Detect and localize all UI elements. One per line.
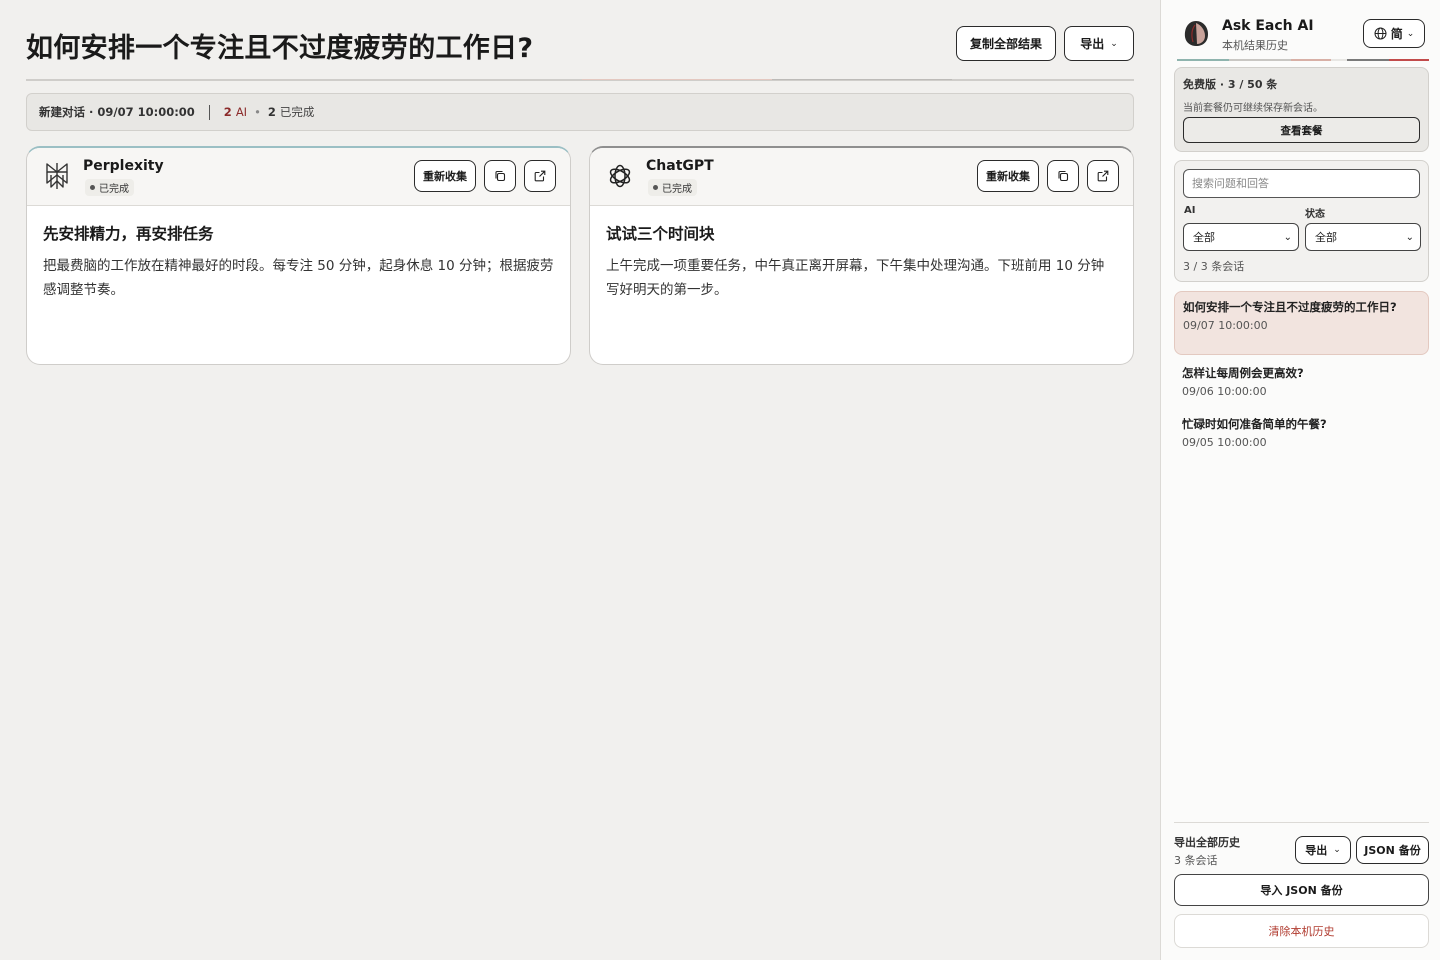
export-label: 导出 [1080, 37, 1105, 51]
copy-all-button[interactable]: 复制全部结果 [956, 26, 1056, 61]
history-time: 09/06 10:00:00 [1182, 385, 1267, 398]
chevron-down-icon: ⌄ [1110, 38, 1118, 49]
ai-filter-value: 全部 [1193, 231, 1215, 244]
ai-filter-select[interactable]: 全部 ⌄ [1183, 223, 1299, 251]
filter-panel: AI 状态 全部 ⌄ 全部 ⌄ 3 / 3 条会话 [1174, 160, 1429, 282]
conversation-status-bar: 新建对话 · 09/07 10:00:00 2 AI • 2 已完成 [26, 93, 1134, 131]
card-header: ChatGPT 已完成 重新收集 [590, 148, 1133, 206]
open-external-button[interactable] [524, 160, 556, 192]
copy-icon [1058, 170, 1069, 182]
json-backup-button[interactable]: JSON 备份 [1356, 836, 1429, 864]
header-divider [26, 79, 1134, 81]
answer-title: 先安排精力，再安排任务 [43, 225, 214, 243]
copy-button[interactable] [1047, 160, 1079, 192]
history-time: 09/07 10:00:00 [1183, 319, 1268, 332]
status-dot-icon [90, 185, 95, 190]
external-link-icon [534, 170, 546, 182]
export-all-title: 导出全部历史 [1174, 836, 1240, 849]
recollect-label: 重新收集 [423, 170, 467, 183]
ai-count-label: AI [235, 105, 248, 119]
history-question: 忙碌时如何准备简单的午餐? [1182, 417, 1327, 431]
done-count: 2 [267, 105, 276, 119]
answer-text: 把最费脑的工作放在精神最好的时段。每专注 50 分钟，起身休息 10 分钟；根据… [43, 258, 554, 298]
copy-button[interactable] [484, 160, 516, 192]
answer-card-perplexity: Perplexity 已完成 重新收集 先安排精力，再安排任务 把最费脑的工作放… [26, 146, 571, 365]
recollect-button[interactable]: 重新收集 [977, 160, 1039, 192]
status-filter-select[interactable]: 全部 ⌄ [1305, 223, 1421, 251]
copy-all-label: 复制全部结果 [969, 37, 1042, 51]
chevron-down-icon: ⌄ [1283, 231, 1292, 243]
view-plans-label: 查看套餐 [1280, 124, 1323, 137]
copy-icon [495, 170, 506, 182]
sidebar-export-label: 导出 [1305, 844, 1328, 857]
plan-title: 免费版 · 3 / 50 条 [1183, 78, 1278, 91]
status-text: 已完成 [662, 184, 692, 195]
plan-panel: 免费版 · 3 / 50 条 当前套餐仍可继续保存新会话。 查看套餐 [1174, 67, 1429, 152]
status-text: 已完成 [99, 184, 129, 195]
status-badge: 已完成 [648, 179, 697, 196]
history-sidebar: Ask Each AI 本机结果历史 简 ⌄ 免费版 · 3 / 50 条 当前… [1160, 0, 1440, 960]
card-header: Perplexity 已完成 重新收集 [27, 148, 570, 206]
ai-name: Perplexity [83, 158, 164, 174]
external-link-icon [1097, 170, 1109, 182]
recollect-label: 重新收集 [986, 170, 1030, 183]
done-count-label: 已完成 [279, 105, 315, 119]
import-json-label: 导入 JSON 备份 [1260, 884, 1343, 897]
main-panel: 如何安排一个专注且不过度疲劳的工作日? 复制全部结果 导出 ⌄ 新建对话 · 0… [0, 0, 1160, 960]
chevron-down-icon: ⌄ [1405, 231, 1414, 243]
card-body: 试试三个时间块 上午完成一项重要任务，中午真正离开屏幕，下午集中处理沟通。下班前… [590, 206, 1133, 318]
recollect-button[interactable]: 重新收集 [414, 160, 476, 192]
globe-icon [1374, 27, 1387, 40]
history-question: 如何安排一个专注且不过度疲劳的工作日? [1183, 300, 1397, 314]
chevron-down-icon: ⌄ [1406, 28, 1415, 39]
language-button[interactable]: 简 ⌄ [1363, 19, 1425, 48]
status-divider [208, 104, 210, 120]
history-item[interactable]: 忙碌时如何准备简单的午餐? 09/05 10:00:00 [1174, 409, 1429, 456]
export-all-count: 3 条会话 [1174, 854, 1218, 867]
clear-history-label: 清除本机历史 [1268, 925, 1335, 938]
history-time: 09/05 10:00:00 [1182, 436, 1267, 449]
status-badge: 已完成 [85, 179, 134, 196]
ai-count: 2 [223, 105, 232, 119]
footer-divider [1174, 822, 1429, 823]
export-button[interactable]: 导出 ⌄ [1064, 26, 1134, 61]
status-filter-label: 状态 [1305, 209, 1325, 220]
conversation-info: 新建对话 · 09/07 10:00:00 [39, 105, 195, 119]
chevron-down-icon: ⌄ [1333, 845, 1341, 855]
import-json-button[interactable]: 导入 JSON 备份 [1174, 874, 1429, 906]
answer-title: 试试三个时间块 [606, 225, 715, 243]
view-plans-button[interactable]: 查看套餐 [1183, 117, 1420, 143]
search-input[interactable] [1183, 169, 1420, 198]
sidebar-export-button[interactable]: 导出 ⌄ [1295, 836, 1351, 864]
clear-history-button[interactable]: 清除本机历史 [1174, 914, 1429, 948]
status-dot-icon [653, 185, 658, 190]
json-backup-label: JSON 备份 [1364, 844, 1421, 857]
status-filter-value: 全部 [1315, 231, 1337, 244]
sidebar-accent-line [1177, 59, 1429, 61]
status-dot: • [254, 105, 261, 119]
card-actions: 重新收集 [977, 160, 1119, 192]
language-label: 简 [1390, 27, 1403, 41]
history-item[interactable]: 怎样让每周例会更高效? 09/06 10:00:00 [1174, 358, 1429, 405]
app-subtitle: 本机结果历史 [1222, 39, 1288, 52]
app-title: Ask Each AI [1222, 18, 1314, 34]
ai-filter-label: AI [1184, 205, 1196, 216]
conversation-count: 3 / 3 条会话 [1183, 260, 1245, 273]
open-external-button[interactable] [1087, 160, 1119, 192]
perplexity-logo-icon [46, 163, 68, 189]
chatgpt-logo-icon [609, 164, 631, 188]
history-question: 怎样让每周例会更高效? [1182, 366, 1304, 380]
answer-text: 上午完成一项重要任务，中午真正离开屏幕，下午集中处理沟通。下班前用 10 分钟写… [606, 258, 1105, 298]
history-item-active[interactable]: 如何安排一个专注且不过度疲劳的工作日? 09/07 10:00:00 [1174, 291, 1429, 355]
plan-description: 当前套餐仍可继续保存新会话。 [1183, 103, 1323, 114]
answer-card-chatgpt: ChatGPT 已完成 重新收集 试试三个时间块 上午完成一项重要任务，中午真正… [589, 146, 1134, 365]
ai-name: ChatGPT [646, 158, 714, 174]
card-actions: 重新收集 [414, 160, 556, 192]
card-body: 先安排精力，再安排任务 把最费脑的工作放在精神最好的时段。每专注 50 分钟，起… [27, 206, 570, 318]
page-title: 如何安排一个专注且不过度疲劳的工作日? [26, 33, 534, 64]
avatar-icon [1184, 21, 1208, 46]
